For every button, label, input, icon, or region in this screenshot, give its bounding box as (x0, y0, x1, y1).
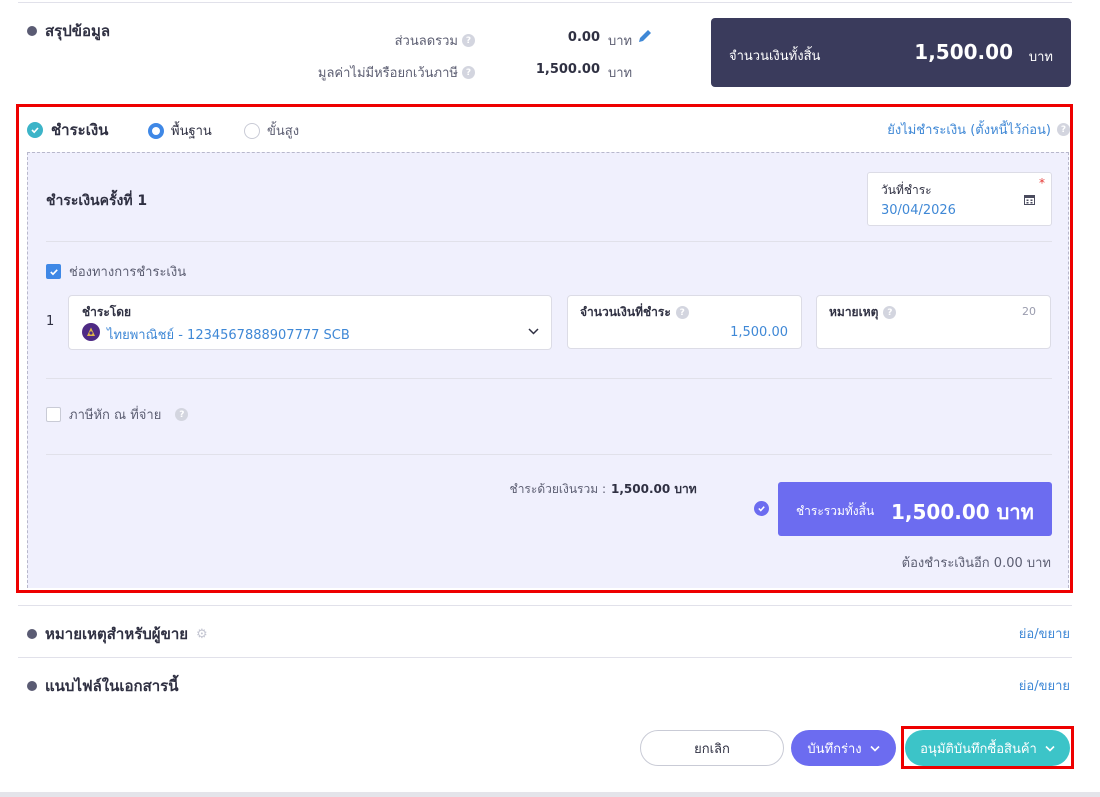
amount-value[interactable]: 1,500.00 (730, 325, 788, 340)
wht-checkbox-row[interactable]: ภาษีหัก ณ ที่จ่าย ? (46, 404, 189, 425)
attachments-header: แนบไฟล์ในเอกสารนี้ (27, 674, 178, 698)
chevron-down-icon (1045, 745, 1055, 752)
total-value: 1,500.00 (914, 40, 1013, 64)
nonvat-row: มูลค่าไม่มีหรือยกเว้นภาษี ? (280, 62, 475, 83)
nonvat-value: 1,500.00 (535, 62, 600, 77)
total-box: จำนวนเงินทั้งสิ้น 1,500.00 บาท (711, 18, 1071, 87)
save-draft-label: บันทึกร่าง (807, 741, 862, 757)
check-circle-icon (27, 122, 43, 138)
note-counter: 20 (1022, 305, 1036, 318)
grand-total-value: 1,500.00 บาท (891, 500, 1034, 524)
discount-row: ส่วนลดรวม ? (280, 30, 475, 51)
calendar-icon[interactable] (1024, 194, 1035, 209)
payment-date-field[interactable]: วันที่ชำระ * 30/04/2026 (867, 172, 1052, 226)
help-icon[interactable]: ? (675, 306, 689, 319)
checkbox-empty-icon[interactable] (46, 407, 61, 422)
edit-pencil-icon[interactable] (637, 28, 653, 48)
cancel-label: ยกเลิก (694, 741, 730, 757)
approve-label: อนุมัติบันทึกซื้อสินค้า (920, 741, 1037, 757)
summary-header: สรุปข้อมูล (27, 19, 110, 43)
help-icon[interactable]: ? (462, 66, 475, 79)
chevron-down-icon[interactable] (528, 324, 539, 339)
payment-header: ชำระเงิน (27, 118, 108, 142)
unpaid-link[interactable]: ยังไม่ชำระเงิน (ตั้งหนี้ไว้ก่อน) (887, 119, 1051, 140)
amount-field[interactable]: จำนวนเงินที่ชำระ ? 1,500.00 (567, 295, 802, 349)
seller-note-toggle[interactable]: ย่อ/ขยาย (1019, 623, 1070, 644)
seller-note-title: หมายเหตุสำหรับผู้ขาย (45, 625, 189, 643)
attachments-toggle[interactable]: ย่อ/ขยาย (1019, 675, 1070, 696)
seller-note-header: หมายเหตุสำหรับผู้ขาย ⚙ (27, 622, 208, 646)
nonvat-label: มูลค่าไม่มีหรือยกเว้นภาษี (317, 66, 458, 81)
note-label: หมายเหตุ (829, 305, 879, 319)
discount-label: ส่วนลดรวม (394, 34, 458, 49)
cancel-button[interactable]: ยกเลิก (640, 730, 784, 766)
summary-title: สรุปข้อมูล (45, 22, 111, 40)
date-value[interactable]: 30/04/2026 (881, 203, 956, 218)
pay-by-value: ไทยพาณิชย์ - 1234567888907777 SCB (107, 328, 350, 343)
grand-total-box: ชำระรวมทั้งสิ้น 1,500.00 บาท (778, 482, 1052, 536)
help-icon[interactable]: ? (462, 34, 475, 47)
bottom-edge (0, 792, 1100, 797)
unpaid-row: ยังไม่ชำระเงิน (ตั้งหนี้ไว้ก่อน) ? (887, 119, 1070, 140)
divider (18, 605, 1072, 606)
help-icon[interactable]: ? (175, 408, 189, 421)
help-icon[interactable]: ? (883, 306, 897, 319)
radio-empty-icon[interactable] (244, 122, 260, 139)
help-icon[interactable]: ? (1057, 123, 1070, 136)
checkbox-checked-icon[interactable] (46, 264, 61, 279)
divider (46, 241, 1052, 242)
amount-label: จำนวนเงินที่ชำระ (580, 305, 671, 319)
attachments-title: แนบไฟล์ในเอกสารนี้ (45, 677, 179, 695)
mode-basic-radio[interactable]: พื้นฐาน (148, 120, 212, 141)
discount-unit: บาท (608, 34, 633, 49)
total-label: จำนวนเงินทั้งสิ้น (729, 49, 821, 64)
bullet-icon (27, 26, 37, 36)
gear-icon[interactable]: ⚙ (196, 627, 208, 642)
total-unit: บาท (1028, 50, 1053, 65)
wht-label: ภาษีหัก ณ ที่จ่าย (69, 408, 162, 423)
pay-by-select[interactable]: ชำระโดย ไทยพาณิชย์ - 1234567888907777 SC… (68, 295, 552, 350)
required-mark: * (1039, 176, 1045, 190)
row-index: 1 (46, 314, 55, 329)
payment-title: ชำระเงิน (51, 121, 109, 139)
divider (18, 657, 1072, 658)
divider (46, 454, 1052, 455)
bank-logo-icon (82, 323, 100, 341)
nonvat-unit: บาท (608, 66, 633, 81)
divider (46, 378, 1052, 379)
cash-total-label: ชำระด้วยเงินรวม : (509, 482, 606, 496)
bullet-icon (27, 681, 37, 691)
discount-value: 0.00 (567, 30, 600, 45)
cash-total-value: 1,500.00 บาท (611, 482, 697, 496)
check-circle-icon (754, 501, 769, 516)
bullet-icon (27, 629, 37, 639)
date-label: วันที่ชำระ (881, 183, 932, 197)
mode-advanced-radio[interactable]: ขั้นสูง (244, 120, 299, 141)
radio-selected-icon[interactable] (148, 122, 164, 139)
save-draft-button[interactable]: บันทึกร่าง (791, 730, 896, 766)
note-field[interactable]: หมายเหตุ ? 20 (816, 295, 1051, 349)
mode-advanced-label: ขั้นสูง (267, 124, 300, 139)
chevron-down-icon (870, 745, 880, 752)
mode-basic-label: พื้นฐาน (171, 124, 212, 139)
channel-label: ช่องทางการชำระเงิน (69, 265, 187, 280)
pay-by-label: ชำระโดย (82, 305, 132, 319)
approve-button[interactable]: อนุมัติบันทึกซื้อสินค้า (905, 730, 1070, 766)
amount-label-row: จำนวนเงินที่ชำระ ? (580, 303, 689, 322)
grand-total-label: ชำระรวมทั้งสิ้น (796, 504, 875, 518)
channel-checkbox-row[interactable]: ช่องทางการชำระเงิน (46, 261, 186, 282)
top-divider (18, 2, 1072, 3)
note-label-row: หมายเหตุ ? (829, 303, 897, 322)
remaining-text: ต้องชำระเงินอีก 0.00 บาท (901, 556, 1051, 571)
round-title: ชำระเงินครั้งที่ 1 (46, 193, 148, 209)
